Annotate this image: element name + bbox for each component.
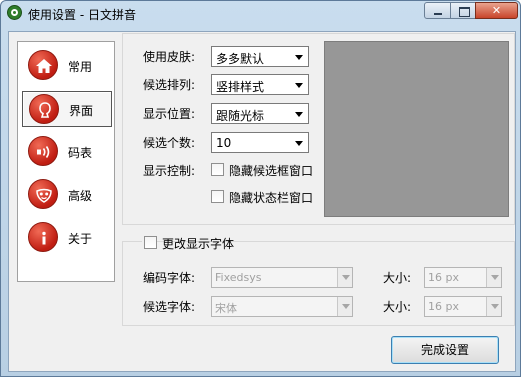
- candidate-font-select[interactable]: 宋体: [211, 296, 353, 317]
- candidate-font-label: 候选字体:: [143, 300, 196, 314]
- interface-settings-panel: 使用皮肤: 多多默认 候选排列: 竖排样式 显示位置: 跟随光标 候选个数: 1…: [122, 33, 515, 225]
- skin-select[interactable]: 多多默认: [211, 46, 309, 67]
- count-label: 候选个数:: [143, 136, 196, 150]
- order-label: 候选排列:: [143, 78, 196, 92]
- chevron-down-icon: [486, 268, 501, 287]
- candidate-size-value: 16 px: [428, 300, 459, 313]
- hide-status-label: 隐藏状态栏窗口: [229, 191, 314, 205]
- window-title: 使用设置 - 日文拼音: [28, 8, 136, 22]
- sound-wave-icon: [28, 136, 58, 166]
- app-logo-icon: [7, 5, 22, 20]
- hide-status-checkbox[interactable]: [211, 190, 224, 203]
- sidebar-item-common[interactable]: 常用: [22, 48, 112, 84]
- chevron-down-icon: [295, 55, 303, 60]
- skin-preview: [324, 41, 509, 217]
- sidebar-item-label: 码表: [68, 146, 93, 160]
- count-value: 10: [216, 136, 232, 150]
- sidebar-item-label: 界面: [69, 104, 94, 118]
- client-area: 常用 界面 码表 高级 关于 使用皮肤: 多多默认 候选排列: 竖排样式 显示位…: [8, 31, 516, 372]
- settings-window: 使用设置 - 日文拼音 常用 界面 码: [0, 0, 521, 377]
- chevron-down-icon: [486, 297, 501, 316]
- chevron-down-icon: [337, 268, 352, 287]
- info-icon: [28, 222, 58, 252]
- sidebar-item-label: 常用: [68, 60, 93, 74]
- order-value: 竖排样式: [216, 80, 265, 94]
- chevron-down-icon: [295, 112, 303, 117]
- chevron-down-icon: [295, 141, 303, 146]
- code-size-select[interactable]: 16 px: [424, 267, 502, 288]
- sidebar: 常用 界面 码表 高级 关于: [17, 41, 115, 282]
- change-font-toggle[interactable]: 更改显示字体: [142, 235, 234, 251]
- code-font-value: Fixedsys: [215, 271, 262, 284]
- code-size-value: 16 px: [428, 271, 459, 284]
- position-value: 跟随光标: [216, 109, 265, 123]
- order-select[interactable]: 竖排样式: [211, 74, 309, 95]
- change-font-checkbox[interactable]: [144, 236, 157, 249]
- chevron-down-icon: [337, 297, 352, 316]
- position-label: 显示位置:: [143, 107, 196, 121]
- candidate-size-select[interactable]: 16 px: [424, 296, 502, 317]
- sidebar-item-advanced[interactable]: 高级: [22, 177, 112, 213]
- code-font-label: 编码字体:: [143, 271, 196, 285]
- code-size-label: 大小:: [383, 271, 412, 285]
- change-font-label: 更改显示字体: [162, 237, 235, 251]
- close-button[interactable]: [475, 2, 518, 19]
- font-settings-panel: 编码字体: Fixedsys 大小: 16 px 候选字体: 宋体 大小: 16…: [122, 241, 515, 326]
- hide-candidate-label: 隐藏候选框窗口: [229, 164, 314, 178]
- title-bar[interactable]: 使用设置 - 日文拼音: [1, 1, 520, 25]
- chevron-down-icon: [295, 83, 303, 88]
- sidebar-item-label: 关于: [68, 232, 93, 246]
- finish-button[interactable]: 完成设置: [391, 336, 499, 364]
- candidate-size-label: 大小:: [383, 300, 412, 314]
- home-icon: [28, 50, 58, 80]
- minimize-button[interactable]: [424, 2, 451, 19]
- skin-value: 多多默认: [216, 52, 265, 66]
- maximize-button[interactable]: [450, 2, 476, 19]
- sidebar-item-label: 高级: [68, 189, 93, 203]
- hide-candidate-checkbox[interactable]: [211, 163, 224, 176]
- mask-icon: [28, 179, 58, 209]
- candidate-font-value: 宋体: [215, 302, 237, 315]
- skin-label: 使用皮肤:: [143, 50, 196, 64]
- sidebar-item-about[interactable]: 关于: [22, 220, 112, 256]
- sidebar-item-interface[interactable]: 界面: [22, 91, 112, 127]
- display-control-label: 显示控制:: [143, 164, 196, 178]
- code-font-select[interactable]: Fixedsys: [211, 267, 353, 288]
- face-icon: [29, 94, 59, 124]
- count-select[interactable]: 10: [211, 132, 309, 153]
- position-select[interactable]: 跟随光标: [211, 103, 309, 124]
- sidebar-item-codetable[interactable]: 码表: [22, 134, 112, 170]
